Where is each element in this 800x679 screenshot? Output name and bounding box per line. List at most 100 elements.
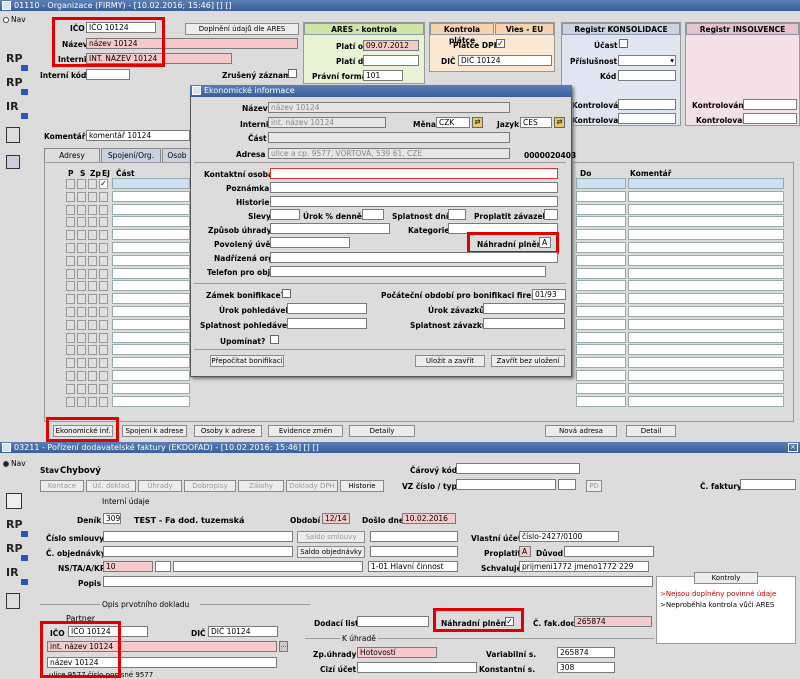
urok-pohl-field[interactable] [287,303,367,314]
row-checkbox[interactable] [88,332,97,343]
row-komentar-cell[interactable] [628,203,784,215]
row-checkbox[interactable] [88,230,97,241]
row-checkbox[interactable] [99,230,108,241]
row-komentar-cell[interactable] [628,382,784,394]
row-do-cell[interactable] [576,216,626,228]
row-checkbox[interactable] [88,179,97,189]
row-checkbox[interactable] [77,217,86,228]
cfak-dod-field[interactable]: 265874 [574,616,652,627]
nadrizena-field[interactable] [270,252,558,263]
row-checkbox[interactable] [99,243,108,253]
obj-extra-field[interactable] [370,546,458,557]
row-do-cell[interactable] [576,318,626,330]
row-checkbox[interactable] [77,243,86,253]
row-checkbox[interactable] [77,255,86,266]
row-checkbox[interactable] [88,319,97,330]
row-checkbox[interactable] [88,383,97,394]
evidence-zmen-button[interactable]: Evidence změn [268,425,343,437]
row-checkbox[interactable] [77,383,86,394]
row-checkbox[interactable] [77,307,86,317]
row-cast-cell[interactable] [112,242,190,253]
pd-button[interactable]: PD [586,480,602,492]
row-do-cell[interactable] [576,203,626,215]
row-cast-cell[interactable] [112,216,190,228]
row-komentar-cell[interactable] [628,344,784,356]
smlouvy-extra-field[interactable] [370,531,458,542]
row-checkbox[interactable] [77,191,86,202]
report2-icon[interactable] [6,593,20,609]
row-checkbox[interactable] [77,371,86,381]
row-checkbox[interactable] [66,243,75,253]
spojeni-k-adrese-button[interactable]: Spojení k adrese [122,425,187,437]
row-checkbox[interactable] [88,345,97,356]
row-checkbox[interactable] [77,204,86,215]
objednavky-field[interactable] [103,546,293,557]
row-checkbox[interactable] [77,294,86,305]
row-komentar-cell[interactable] [628,254,784,266]
kontroloval-field[interactable] [618,113,676,124]
row-do-cell[interactable] [576,306,626,317]
row-komentar-cell[interactable] [628,370,784,381]
tab-adresy[interactable]: Adresy [44,148,100,162]
nav-radio[interactable] [3,17,9,23]
row-checkbox[interactable] [66,358,75,369]
plati-do-field[interactable] [363,55,419,66]
row-checkbox[interactable] [99,191,108,202]
dic-field[interactable]: DIČ 10124 [458,55,552,66]
mena-lookup-icon[interactable]: ⇄ [472,117,483,128]
row-do-cell[interactable] [576,395,626,407]
row-cast-cell[interactable] [112,331,190,343]
row-checkbox[interactable] [88,204,97,215]
row-do-cell[interactable] [576,267,626,279]
row-checkbox[interactable] [77,319,86,330]
mena-field[interactable]: CZK [436,117,470,128]
doplneni-button[interactable]: Doplnění údajů dle ARES [185,23,299,35]
row-checkbox[interactable] [99,255,108,266]
nova-adresa-button[interactable]: Nová adresa [545,425,617,437]
rp3-icon[interactable]: RP [6,543,28,561]
urok-zav-field[interactable] [483,303,565,314]
row-checkbox[interactable] [88,268,97,279]
tab-uc-doklad[interactable]: Úč. doklad [86,480,136,492]
row-checkbox[interactable] [66,255,75,266]
row-checkbox[interactable] [88,307,97,317]
row-checkbox[interactable] [66,230,75,241]
duvod-field[interactable] [564,546,654,557]
row-checkbox[interactable] [99,332,108,343]
row-checkbox[interactable] [66,396,75,407]
report-icon[interactable] [6,127,20,143]
close-icon[interactable]: × [788,443,798,452]
row-checkbox[interactable] [66,204,75,215]
splat-pohl-field[interactable] [287,318,367,329]
denik-field[interactable]: 309 [103,513,121,524]
insolv-kontroloval-field[interactable] [743,113,797,124]
row-cast-cell[interactable] [112,382,190,394]
row-do-cell[interactable] [576,331,626,343]
kontakt-field[interactable] [270,168,558,179]
row-checkbox[interactable] [88,243,97,253]
obdobi-field[interactable]: 12/14 [322,513,350,524]
row-checkbox[interactable] [66,371,75,381]
row-cast-cell[interactable] [112,267,190,279]
row-cast-cell[interactable] [112,280,190,292]
row-checkbox[interactable] [77,268,86,279]
row-cast-cell[interactable] [112,318,190,330]
row-checkbox[interactable] [66,179,75,189]
tab-zalohy[interactable]: Zálohy [238,480,284,492]
schvaluje-field[interactable]: prijmeni1772 jmeno1772 229 [519,561,649,572]
plati-od-field[interactable]: 09.07.2012 [363,40,419,51]
row-checkbox[interactable] [99,396,108,407]
popis-field[interactable] [103,576,653,587]
row-checkbox[interactable] [66,383,75,394]
splat-zav-field[interactable] [483,318,565,329]
doslo-field[interactable]: 10.02.2016 [402,513,456,524]
row-do-cell[interactable] [576,190,626,202]
jazyk-lookup-icon[interactable]: ⇄ [554,117,565,128]
calculator-icon[interactable] [6,155,20,169]
platce-checkbox[interactable]: ✓ [496,39,505,48]
prepocitat-button[interactable]: Přepočítat bonifikaci [210,355,284,367]
row-komentar-cell[interactable] [628,216,784,228]
tab-historie[interactable]: Historie [340,480,384,492]
carovy-field[interactable] [456,463,580,474]
konstantni-field[interactable]: 308 [557,662,615,673]
